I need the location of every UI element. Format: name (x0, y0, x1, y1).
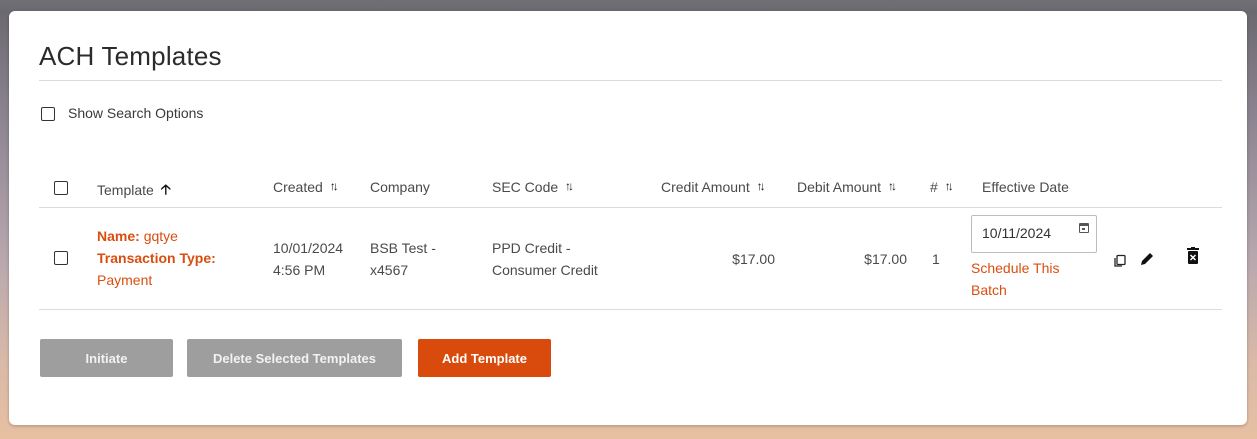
template-name-value[interactable]: gqtye (144, 228, 178, 244)
effective-date-value: 10/11/2024 (982, 225, 1052, 241)
column-header-template[interactable]: Template 🡡 (97, 179, 171, 203)
sec-code-line1: PPD Credit - (492, 240, 571, 256)
schedule-batch-link-line2[interactable]: Batch (971, 279, 1007, 301)
table-row-divider (39, 309, 1222, 310)
column-header-template-label: Template (97, 182, 154, 198)
initiate-button[interactable]: Initiate (40, 339, 173, 377)
row-select-checkbox[interactable] (54, 251, 68, 265)
column-header-debit-amount-label: Debit Amount (797, 179, 882, 195)
batch-count: 1 (932, 251, 940, 267)
show-search-options-label[interactable]: Show Search Options (68, 105, 203, 121)
pencil-icon[interactable] (1138, 250, 1156, 268)
company-line2: x4567 (370, 262, 409, 278)
debit-amount: $17.00 (864, 251, 907, 267)
trash-icon[interactable] (1186, 247, 1200, 265)
sort-icon[interactable]: ↑↓ (565, 179, 574, 193)
column-header-created-label: Created (273, 179, 323, 195)
column-header-count[interactable]: # ↑↓ (930, 179, 954, 195)
template-name-line[interactable]: Name: gqtye (97, 225, 178, 247)
arrow-up-icon[interactable]: 🡡 (161, 179, 171, 203)
column-header-effective-date-label: Effective Date (982, 179, 1069, 195)
column-header-company-label: Company (370, 179, 430, 195)
schedule-batch-link-line1[interactable]: Schedule This (971, 257, 1059, 279)
transaction-type-label: Transaction Type: (97, 250, 216, 266)
column-header-debit-amount[interactable]: Debit Amount ↑↓ (797, 179, 897, 195)
calendar-icon[interactable] (1079, 223, 1089, 233)
title-divider (39, 80, 1222, 81)
column-header-sec-code[interactable]: SEC Code ↑↓ (492, 179, 574, 195)
created-time: 4:56 PM (273, 262, 326, 278)
add-template-button[interactable]: Add Template (418, 339, 551, 377)
effective-date-input[interactable]: 10/11/2024 (971, 215, 1097, 253)
sort-icon[interactable]: ↑↓ (888, 179, 897, 193)
template-name-label: Name: (97, 228, 140, 244)
column-header-sec-code-label: SEC Code (492, 179, 559, 195)
sec-code-line2: Consumer Credit (492, 262, 598, 278)
column-header-count-label: # (930, 179, 938, 195)
sort-icon[interactable]: ↑↓ (757, 179, 766, 193)
page-title: ACH Templates (39, 41, 222, 71)
transaction-type-value: Payment (97, 272, 153, 288)
created-date: 10/01/2024 (273, 240, 344, 256)
column-header-credit-amount[interactable]: Credit Amount ↑↓ (661, 179, 766, 195)
sort-icon[interactable]: ↑↓ (945, 179, 954, 193)
copy-icon[interactable] (1113, 254, 1127, 268)
table-header-divider (39, 207, 1222, 208)
credit-amount: $17.00 (732, 251, 775, 267)
column-header-effective-date: Effective Date (982, 179, 1069, 195)
company-line1: BSB Test - (370, 240, 436, 256)
sort-icon[interactable]: ↑↓ (330, 179, 339, 193)
select-all-checkbox[interactable] (54, 181, 68, 195)
delete-selected-templates-button[interactable]: Delete Selected Templates (187, 339, 402, 377)
column-header-company: Company (370, 179, 430, 195)
column-header-created[interactable]: Created ↑↓ (273, 179, 339, 195)
show-search-options-checkbox[interactable] (41, 107, 55, 121)
column-header-credit-amount-label: Credit Amount (661, 179, 750, 195)
ach-templates-card: ACH Templates Show Search Options Templa… (9, 11, 1247, 425)
